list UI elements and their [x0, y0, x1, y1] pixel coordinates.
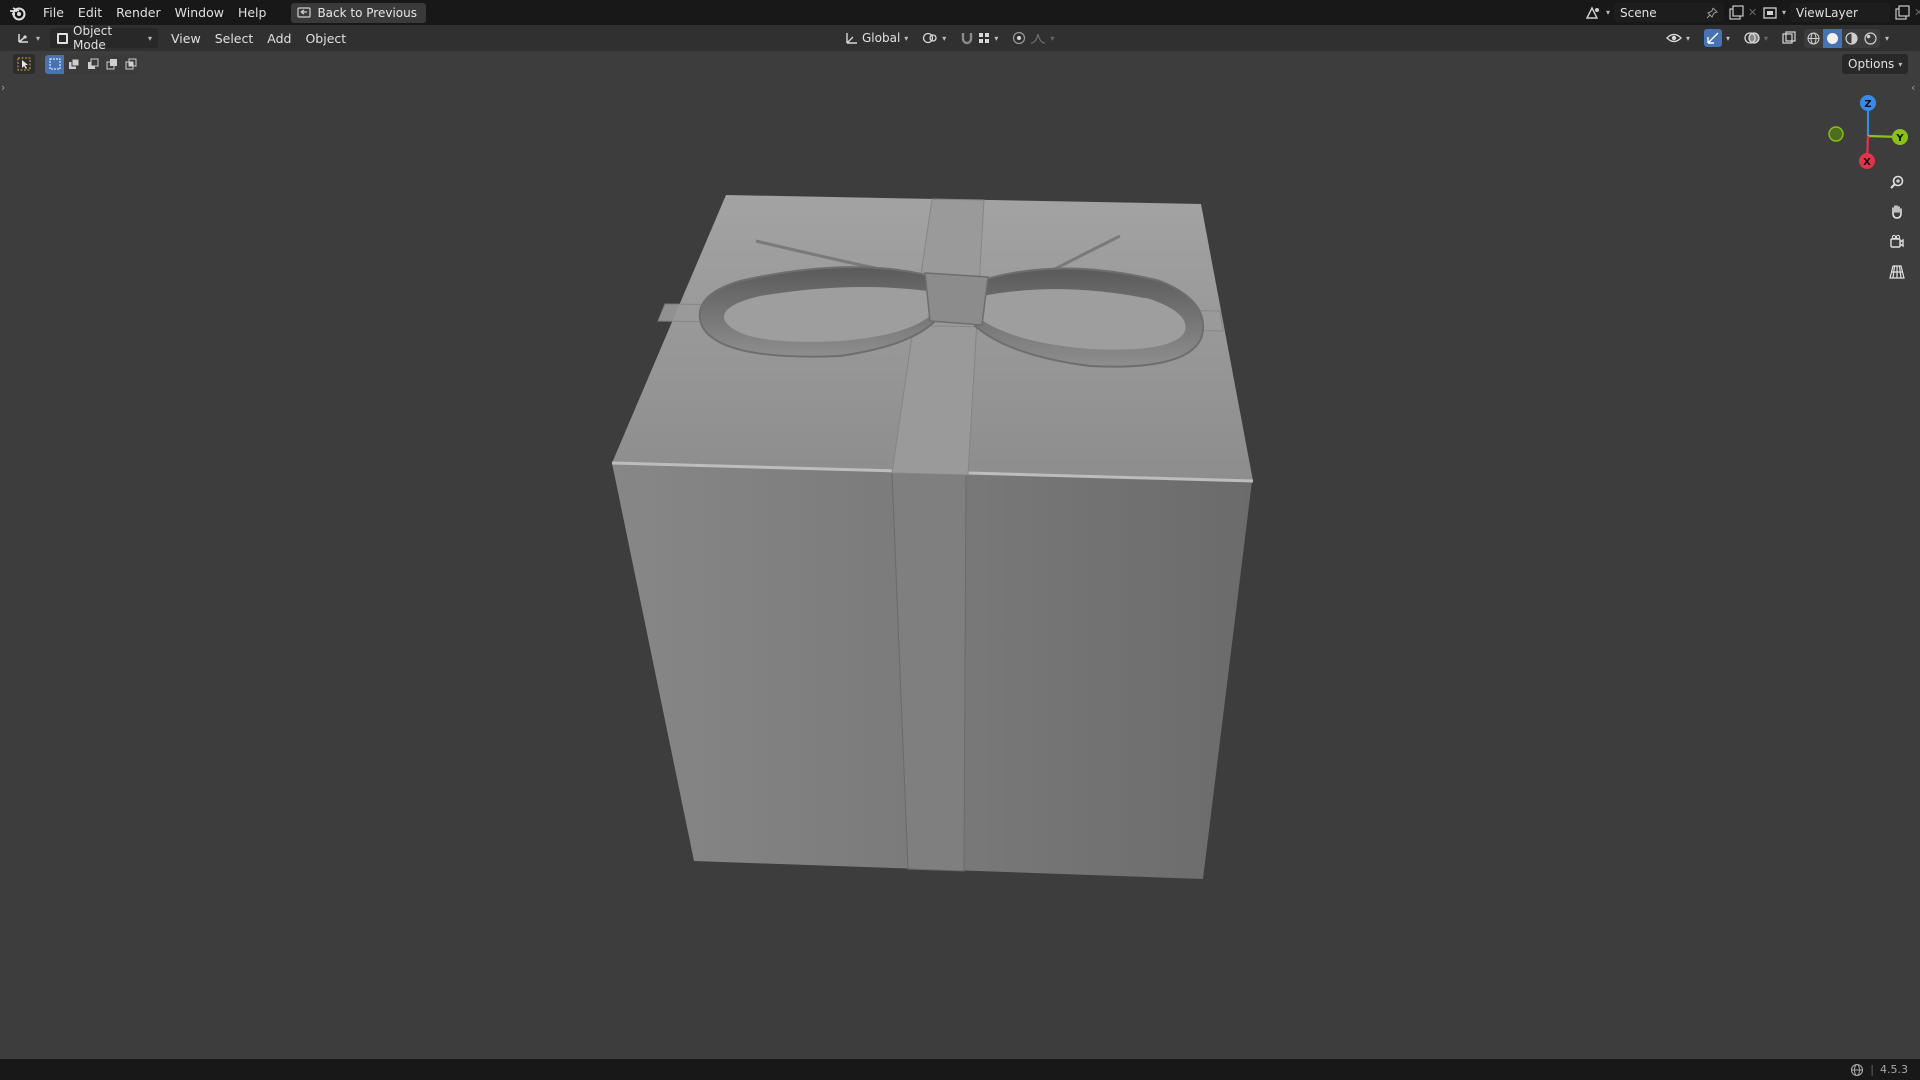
globe-icon[interactable]: [1850, 1063, 1864, 1077]
falloff-curve-icon: [1030, 31, 1046, 45]
view-layer-field[interactable]: ViewLayer: [1790, 3, 1891, 22]
new-scene-icon[interactable]: [1728, 4, 1744, 21]
visibility-dropdown[interactable]: ▾: [1660, 28, 1696, 48]
material-preview-shading-icon[interactable]: [1842, 28, 1862, 48]
shading-chevron-down-icon[interactable]: ▾: [1885, 34, 1889, 43]
proportional-editing-icon: [1012, 31, 1026, 45]
navigation-gizmo[interactable]: Z Y X: [1814, 91, 1914, 181]
x-axis-label: X: [1863, 157, 1871, 168]
select-tool-icon[interactable]: [13, 54, 35, 74]
select-new-icon[interactable]: [45, 54, 64, 74]
view-layer-icon[interactable]: [1762, 5, 1778, 21]
back-to-previous-button[interactable]: Back to Previous: [291, 2, 426, 23]
status-divider: |: [1870, 1063, 1874, 1076]
visibility-chevron-down-icon: ▾: [1686, 33, 1691, 43]
xray-toggle[interactable]: [1776, 28, 1802, 48]
y-axis-label: Y: [1895, 133, 1904, 144]
editor-type-chevron-down-icon: ▾: [36, 33, 41, 43]
gift-box-model[interactable]: [590, 131, 1280, 891]
z-axis-label: Z: [1864, 99, 1871, 110]
hand-icon: [1889, 204, 1905, 220]
gizmo-icon: [1704, 29, 1723, 47]
magnifier-icon: [1889, 174, 1905, 190]
select-subtract-icon[interactable]: [83, 54, 102, 74]
blender-logo-icon[interactable]: [0, 5, 36, 21]
snap-toggle[interactable]: ▾: [954, 28, 1004, 48]
select-extend-icon[interactable]: [64, 54, 83, 74]
camera-view-button[interactable]: [1884, 229, 1910, 255]
delete-view-layer-icon[interactable]: ✕: [1914, 6, 1920, 19]
overlays-chevron-down-icon: ▾: [1764, 33, 1769, 43]
falloff-chevron-down-icon: ▾: [1050, 33, 1055, 43]
editor-type-button[interactable]: ▾: [10, 28, 46, 48]
shading-mode-group: [1804, 28, 1881, 48]
menu-view[interactable]: View: [164, 26, 208, 51]
grid-perspective-icon: [1889, 264, 1905, 280]
status-bar: | 4.5.3: [0, 1059, 1920, 1080]
orientation-axes-icon: [844, 31, 858, 45]
select-intersect-icon[interactable]: [121, 54, 140, 74]
eye-icon: [1666, 31, 1682, 45]
menu-object[interactable]: Object: [298, 26, 353, 51]
selection-mode-group: [45, 54, 140, 74]
options-label: Options: [1848, 57, 1895, 71]
solid-shading-icon[interactable]: [1823, 28, 1843, 48]
3d-viewport[interactable]: Options ▾ › ‹ Z Y X: [0, 51, 1920, 1059]
object-mode-icon: [56, 32, 69, 45]
scene-field[interactable]: Scene: [1614, 3, 1725, 22]
options-chevron-down-icon: ▾: [1898, 59, 1903, 69]
scene-chevron-down-icon[interactable]: ▾: [1606, 8, 1610, 17]
scene-name: Scene: [1620, 5, 1657, 20]
menu-render[interactable]: Render: [109, 0, 168, 25]
view-layer-chevron-down-icon[interactable]: ▾: [1782, 8, 1786, 17]
toolbar-expand-chevron-right-icon[interactable]: ›: [1, 81, 5, 94]
select-invert-icon[interactable]: [102, 54, 121, 74]
negative-y-axis-handle: [1828, 126, 1844, 142]
zoom-button[interactable]: [1884, 169, 1910, 195]
orientation-chevron-down-icon: ▾: [904, 33, 909, 43]
viewport-header: ▾ Object Mode ▾ View Select Add Object G…: [0, 24, 1920, 52]
pin-icon[interactable]: [1706, 7, 1718, 19]
perspective-toggle-button[interactable]: [1884, 259, 1910, 285]
delete-scene-icon[interactable]: ✕: [1748, 6, 1757, 19]
screen-back-icon: [297, 6, 312, 19]
top-bar: File Edit Render Window Help Back to Pre…: [0, 0, 1920, 25]
object-mode-chevron-down-icon: ▾: [148, 33, 153, 43]
axes-3d-icon: [16, 31, 32, 45]
menu-add[interactable]: Add: [260, 26, 298, 51]
wireframe-shading-icon[interactable]: [1804, 28, 1824, 48]
pan-button[interactable]: [1884, 199, 1910, 225]
menu-file[interactable]: File: [36, 0, 71, 25]
overlays-toggle[interactable]: ▾: [1738, 28, 1774, 48]
transform-orientation-dropdown[interactable]: Global ▾: [838, 28, 914, 48]
menu-select[interactable]: Select: [208, 26, 261, 51]
magnet-icon: [960, 31, 974, 45]
menu-edit[interactable]: Edit: [71, 0, 109, 25]
gizmo-chevron-down-icon: ▾: [1726, 33, 1731, 43]
gizmo-toggle[interactable]: ▾: [1698, 28, 1736, 48]
xray-icon: [1782, 31, 1796, 45]
rendered-shading-icon[interactable]: [1861, 28, 1881, 48]
pivot-point-icon: [922, 31, 938, 45]
version-label: 4.5.3: [1880, 1063, 1908, 1076]
proportional-editing-toggle[interactable]: ▾: [1006, 28, 1060, 48]
new-view-layer-icon[interactable]: [1894, 4, 1910, 21]
snap-chevron-down-icon: ▾: [994, 33, 999, 43]
snap-increment-icon: [978, 32, 990, 44]
transform-orientation-label: Global: [862, 31, 901, 45]
back-to-previous-label: Back to Previous: [317, 5, 417, 20]
overlays-icon: [1744, 31, 1760, 45]
object-mode-dropdown[interactable]: Object Mode ▾: [50, 24, 159, 52]
scene-icon[interactable]: [1584, 5, 1602, 21]
camera-icon: [1889, 234, 1905, 250]
menu-window[interactable]: Window: [168, 0, 231, 25]
options-dropdown[interactable]: Options ▾: [1842, 54, 1909, 74]
menu-help[interactable]: Help: [231, 0, 274, 25]
view-layer-name: ViewLayer: [1796, 5, 1858, 20]
pivot-point-dropdown[interactable]: ▾: [916, 28, 952, 48]
pivot-chevron-down-icon: ▾: [942, 33, 947, 43]
object-mode-label: Object Mode: [73, 24, 113, 52]
